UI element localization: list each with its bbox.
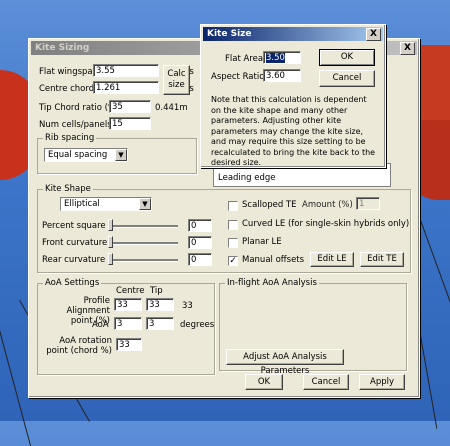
tip-chord-result: 0.441m (155, 103, 188, 113)
rib-spacing-select[interactable]: Equal spacing ▼ (44, 148, 128, 162)
profile-alignment-tip-input[interactable]: 33 (146, 298, 174, 311)
manual-offsets-label: Manual offsets (242, 255, 305, 265)
planar-le-label: Planar LE (242, 237, 282, 247)
front-curvature-slider[interactable] (108, 236, 113, 248)
aoa-tip-input[interactable]: 3 (146, 317, 174, 330)
amount-label: Amount (%) (302, 200, 353, 210)
flat-wingspan-input[interactable]: 3.55 (93, 64, 159, 77)
percent-square-input[interactable]: 0 (188, 219, 212, 232)
flat-area-label: Flat Area (225, 54, 264, 64)
aoa-rotation-label: AoA rotation point (chord %) (46, 336, 112, 356)
num-cells-input[interactable]: 15 (109, 117, 151, 130)
edit-te-button[interactable]: Edit TE (360, 252, 404, 267)
close-icon[interactable]: X (366, 28, 381, 41)
edit-le-button[interactable]: Edit LE (310, 252, 354, 267)
aoa-label: AoA (92, 320, 109, 330)
rear-curvature-input[interactable]: 0 (188, 253, 212, 266)
rear-curvature-slider[interactable] (108, 253, 113, 265)
scalloped-te-checkbox[interactable] (228, 201, 238, 211)
kite-sizing-title: Kite Sizing (35, 43, 90, 53)
flat-wingspan-label: Flat wingspan (39, 67, 99, 77)
degrees-label: degrees (180, 320, 215, 330)
tip-chord-input[interactable]: 35 (109, 100, 151, 113)
chevron-down-icon[interactable]: ▼ (139, 198, 151, 210)
centre-chord-input[interactable]: 1.261 (93, 81, 159, 94)
inflight-aoa-title: In-flight AoA Analysis (225, 278, 319, 288)
front-curvature-label: Front curvature (42, 238, 108, 248)
manual-offsets-checkbox[interactable]: ✓ (228, 256, 238, 266)
profile-alignment-extra: 33 (182, 301, 193, 311)
percent-square-label: Percent square (42, 221, 106, 231)
aspect-ratio-input[interactable]: 3.60 (263, 69, 301, 82)
kite-size-dialog: Kite Size X Flat Area 3.50 Aspect Ratio … (200, 24, 386, 168)
kite-size-titlebar[interactable]: Kite Size X (203, 27, 383, 41)
kite-size-note: Note that this calculation is dependent … (211, 95, 376, 167)
centre-header: Centre (116, 286, 145, 296)
kite-size-title: Kite Size (207, 29, 252, 39)
list-item: Leading edge (218, 173, 276, 183)
centre-chord-label: Centre chord (39, 84, 95, 94)
amount-input[interactable]: 1 (356, 197, 380, 210)
aoa-settings-group: AoA Settings Centre Tip Profile Alignmen… (37, 278, 215, 375)
kite-shape-group: Kite Shape Elliptical ▼ Percent square 0… (37, 184, 411, 273)
aoa-rotation-input[interactable]: 33 (116, 338, 142, 351)
kite-size-ok-button[interactable]: OK (319, 49, 375, 66)
close-icon[interactable]: X (400, 42, 415, 55)
scalloped-te-label: Scalloped TE (242, 200, 297, 210)
rib-spacing-value: Equal spacing (48, 150, 108, 160)
cancel-button[interactable]: Cancel (303, 374, 349, 390)
curved-le-checkbox[interactable] (228, 220, 238, 230)
planar-le-checkbox[interactable] (228, 238, 238, 248)
curved-le-label: Curved LE (for single-skin hybrids only) (242, 219, 410, 229)
percent-square-track (108, 225, 178, 228)
adjust-aoa-button[interactable]: Adjust AoA Analysis Parameters (226, 349, 344, 376)
rear-curvature-label: Rear curvature (42, 255, 106, 265)
aoa-settings-title: AoA Settings (43, 278, 102, 288)
kite-shape-value: Elliptical (64, 199, 100, 209)
rib-spacing-title: Rib spacing (43, 133, 97, 143)
aspect-ratio-label: Aspect Ratio (211, 72, 265, 82)
kite-size-cancel-button[interactable]: Cancel (319, 70, 375, 87)
kite-line (419, 330, 438, 429)
tip-chord-label: Tip Chord ratio (%) (39, 103, 120, 113)
flat-area-value: 3.50 (266, 53, 285, 63)
aoa-centre-input[interactable]: 3 (114, 317, 142, 330)
rear-curvature-track (108, 259, 178, 262)
rib-spacing-group: Rib spacing Equal spacing ▼ (37, 133, 197, 174)
flat-area-input[interactable]: 3.50 (263, 51, 301, 64)
tip-header: Tip (150, 286, 163, 296)
front-curvature-input[interactable]: 0 (188, 236, 212, 249)
apply-button[interactable]: Apply (359, 374, 405, 390)
kite-shape-select[interactable]: Elliptical ▼ (60, 197, 152, 211)
num-cells-label: Num cells/panels (39, 120, 112, 130)
profile-alignment-centre-input[interactable]: 33 (114, 298, 142, 311)
ok-button[interactable]: OK (245, 374, 283, 390)
percent-square-slider[interactable] (108, 219, 113, 231)
kite-line (0, 330, 32, 446)
front-curvature-track (108, 242, 178, 245)
kite-shape-title: Kite Shape (43, 184, 93, 194)
calc-size-button[interactable]: Calc size (163, 65, 190, 95)
inflight-aoa-group: In-flight AoA Analysis Adjust AoA Analys… (219, 278, 407, 376)
chevron-down-icon[interactable]: ▼ (115, 149, 127, 161)
